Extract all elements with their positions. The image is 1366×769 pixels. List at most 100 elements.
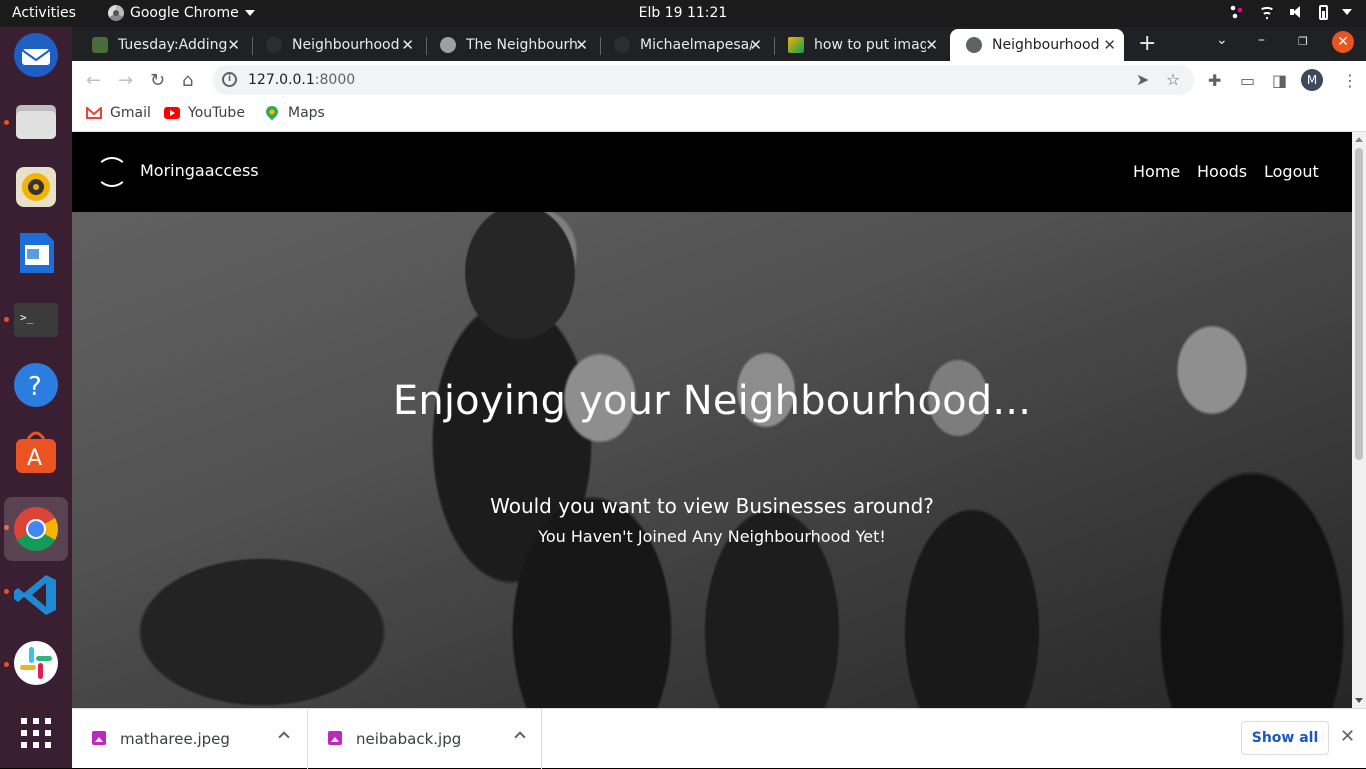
system-top-bar: Activities Google Chrome Elb 19 11:21 (0, 0, 1366, 27)
gmail-icon (86, 107, 102, 119)
writer-icon (20, 233, 54, 273)
show-all-button[interactable]: Show all (1241, 721, 1329, 755)
volume-icon[interactable] (1289, 4, 1305, 20)
dock-thunderbird[interactable] (10, 29, 62, 81)
rhythmbox-icon (16, 167, 56, 207)
dock-files[interactable] (10, 95, 62, 147)
tab-label: Neighbourhood (992, 37, 1100, 53)
running-indicator (4, 120, 9, 125)
site-navbar: Moringaaccess Home Hoods Logout (72, 132, 1352, 212)
terminal-icon: >_ (14, 303, 58, 337)
hero-note: You Haven't Joined Any Neighbourhood Yet… (538, 527, 886, 546)
send-to-devices-icon[interactable]: ➤ (1136, 70, 1149, 89)
bookmark-label: Maps (288, 105, 325, 121)
cast-icon[interactable]: ▭ (1240, 71, 1255, 90)
dock-chrome[interactable] (4, 497, 68, 561)
download-filename: neibaback.jpg (356, 730, 462, 748)
maximize-button[interactable]: ❐ (1298, 35, 1308, 48)
tab-label: The Neighbourh (466, 37, 578, 53)
dock-software[interactable]: A (10, 425, 62, 477)
address-bar[interactable]: i 127.0.0.1:8000 ➤ ☆ (212, 65, 1194, 95)
image-file-icon (328, 731, 342, 745)
new-tab-button[interactable]: + (1138, 31, 1156, 56)
download-item[interactable]: matharee.jpeg (72, 709, 308, 769)
battery-icon[interactable] (1319, 4, 1328, 20)
globe-icon (966, 37, 982, 53)
bookmarks-bar: Gmail YouTube Maps (72, 99, 1366, 132)
site-info-icon[interactable]: i (222, 72, 237, 87)
close-icon[interactable]: ✕ (227, 36, 240, 54)
github-icon (614, 37, 630, 53)
nav-link-home[interactable]: Home (1133, 162, 1180, 181)
download-item[interactable]: neibaback.jpg (308, 709, 542, 769)
close-icon[interactable]: ✕ (575, 36, 588, 54)
dock-libreoffice-writer[interactable] (10, 227, 62, 279)
profile-avatar[interactable]: M (1301, 69, 1323, 91)
tab-michaelmapesa[interactable]: Michaelmapesa/ ✕ (598, 29, 770, 61)
scroll-up-icon[interactable] (1355, 137, 1363, 142)
tab-label: Neighbourhood (292, 37, 400, 53)
tab-neighbourhood-github[interactable]: Neighbourhood ✕ (250, 29, 422, 61)
dock-help[interactable]: ? (10, 359, 62, 411)
scroll-down-icon[interactable] (1355, 698, 1363, 703)
hero-subtitle: Would you want to view Businesses around… (490, 494, 934, 518)
page-scrollbar[interactable] (1352, 132, 1366, 708)
nav-link-logout[interactable]: Logout (1264, 162, 1319, 181)
tab-strip: Tuesday:Adding ✕ Neighbourhood ✕ The Nei… (72, 27, 1366, 61)
tab-the-neighbourhood[interactable]: The Neighbourh ✕ (424, 29, 596, 61)
close-icon[interactable]: ✕ (1103, 36, 1116, 54)
dock-terminal[interactable]: >_ (10, 293, 62, 345)
chrome-menu-icon[interactable]: ⋮ (1342, 71, 1358, 90)
nav-link-hoods[interactable]: Hoods (1197, 162, 1247, 181)
bookmark-youtube[interactable]: YouTube (164, 105, 245, 121)
close-icon[interactable]: ✕ (749, 36, 762, 54)
extension-indicator-icon[interactable] (1229, 4, 1245, 20)
brand-logo-icon[interactable] (96, 157, 128, 187)
chevron-up-icon[interactable] (514, 731, 526, 743)
dock-slack[interactable] (10, 637, 62, 689)
url-text[interactable]: 127.0.0.1:8000 (248, 72, 355, 88)
minimize-button[interactable]: – (1258, 32, 1265, 48)
dock-vscode[interactable] (10, 569, 62, 621)
reload-button[interactable]: ↻ (150, 70, 165, 91)
chevron-up-icon[interactable] (278, 731, 290, 743)
clock[interactable]: Elb 19 11:21 (0, 5, 1366, 21)
app-grid-icon (21, 718, 51, 748)
tree-favicon-icon (92, 37, 108, 53)
github-icon (266, 37, 282, 53)
tab-search-chevron-icon[interactable]: ⌄ (1216, 32, 1228, 48)
tab-neighbourhood-active[interactable]: Neighbourhood ✕ (950, 29, 1124, 61)
close-window-button[interactable]: ✕ (1332, 31, 1354, 53)
bookmark-star-icon[interactable]: ☆ (1166, 70, 1180, 89)
tab-label: Tuesday:Adding (118, 37, 228, 53)
close-icon[interactable]: ✕ (401, 36, 414, 54)
close-icon[interactable]: ✕ (925, 36, 938, 54)
hero-title: Enjoying your Neighbourhood... (392, 378, 1032, 424)
bookmark-maps[interactable]: Maps (264, 105, 325, 121)
dock: >_ ? A (0, 27, 72, 768)
svg-text:A: A (27, 446, 42, 471)
tab-how-to-put-image[interactable]: how to put imag ✕ (772, 29, 946, 61)
brand-name[interactable]: Moringaaccess (140, 161, 259, 180)
system-tray[interactable] (1229, 4, 1352, 20)
maps-icon (266, 106, 278, 120)
back-button[interactable]: ← (86, 70, 101, 91)
bookmark-gmail[interactable]: Gmail (86, 105, 151, 121)
bookmark-label: YouTube (188, 105, 245, 121)
bookmark-label: Gmail (110, 105, 151, 121)
extensions-puzzle-icon[interactable]: ✚ (1208, 71, 1221, 90)
wifi-icon[interactable] (1259, 4, 1275, 20)
system-menu-caret-icon[interactable] (1342, 9, 1352, 15)
side-panel-icon[interactable]: ◨ (1272, 71, 1287, 90)
tab-tuesday-adding[interactable]: Tuesday:Adding ✕ (76, 29, 248, 61)
download-filename: matharee.jpeg (120, 730, 230, 748)
dock-show-apps[interactable] (10, 707, 62, 759)
close-downloads-icon[interactable]: ✕ (1340, 726, 1355, 747)
forward-button[interactable]: → (118, 70, 133, 91)
dock-rhythmbox[interactable] (10, 161, 62, 213)
running-indicator (4, 662, 9, 667)
vscode-icon (14, 575, 56, 615)
home-button[interactable]: ⌂ (182, 70, 193, 91)
svg-text:?: ? (28, 372, 42, 402)
scroll-thumb[interactable] (1355, 148, 1363, 460)
